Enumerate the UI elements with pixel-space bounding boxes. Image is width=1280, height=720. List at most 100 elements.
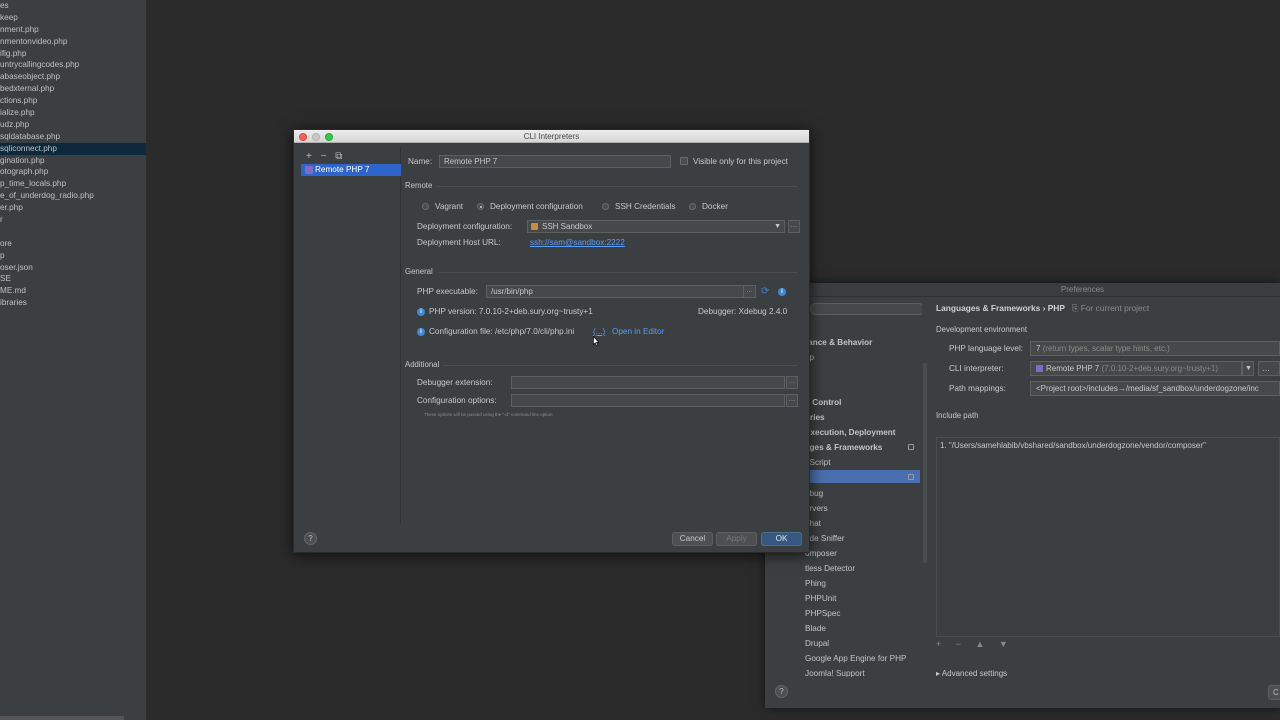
advanced-settings-toggle[interactable]: ▸ Advanced settings — [936, 669, 1007, 678]
preferences-nav-item[interactable]: Google App Engine for PHP — [805, 651, 907, 666]
tree-item[interactable]: p_time_locals.php — [0, 178, 146, 190]
preferences-content: Languages & Frameworks › PHP ⎘ For curre… — [933, 297, 1280, 678]
preferences-search-input[interactable] — [810, 303, 922, 315]
path-mappings-field[interactable]: <Project root>/includes→/media/sf_sandbo… — [1030, 381, 1280, 396]
tree-item[interactable]: sqldatabase.php — [0, 131, 146, 143]
apply-button[interactable]: Apply — [716, 532, 757, 546]
cancel-button[interactable]: Cancel — [672, 532, 713, 546]
php-interpreter-icon — [305, 166, 313, 174]
add-icon[interactable]: + — [306, 151, 312, 162]
preferences-nav-item[interactable]: ages & Frameworks — [805, 440, 882, 455]
tree-item[interactable]: ctions.php — [0, 95, 146, 107]
mouse-cursor-icon — [593, 336, 599, 347]
tree-item[interactable]: ialize.php — [0, 107, 146, 119]
tree-item[interactable]: p — [0, 250, 146, 262]
tree-item[interactable]: er.php — [0, 202, 146, 214]
tree-item[interactable]: untrycallingcodes.php — [0, 59, 146, 71]
preferences-nav-item[interactable]: rance & Behavior — [805, 335, 872, 350]
tree-item[interactable] — [0, 226, 146, 238]
docker-radio[interactable] — [689, 203, 696, 210]
deploy-config-label: Deployment configuration: — [417, 222, 513, 231]
tree-item[interactable]: ifig.php — [0, 48, 146, 60]
php-level-select[interactable]: 7 (return types, scalar type hints, etc.… — [1030, 341, 1280, 356]
tree-item[interactable]: r — [0, 214, 146, 226]
php-info-icon[interactable]: i — [778, 288, 786, 296]
server-icon — [531, 223, 538, 230]
preferences-nav-item[interactable]: Blade — [805, 621, 826, 636]
info-icon: i — [417, 328, 425, 336]
open-in-editor-link[interactable]: Open in Editor — [612, 327, 664, 336]
tree-item[interactable]: nment.php — [0, 24, 146, 36]
deploy-host-label: Deployment Host URL: — [417, 238, 501, 247]
preferences-breadcrumb: Languages & Frameworks › PHP ⎘ For curre… — [936, 303, 1149, 314]
copy-icon[interactable]: ⧉ — [335, 151, 342, 162]
tree-item[interactable]: abaseobject.php — [0, 71, 146, 83]
include-path-label: Include path — [936, 411, 979, 420]
vagrant-label: Vagrant — [435, 202, 464, 211]
debugger-ext-input[interactable] — [511, 376, 785, 389]
preferences-nav-item[interactable]: n Control — [805, 395, 841, 410]
interpreter-list-toolbar: + − ⧉ — [306, 151, 348, 162]
config-options-input[interactable] — [511, 394, 785, 407]
additional-section-divider — [443, 365, 798, 366]
tree-item[interactable]: oser.json — [0, 262, 146, 274]
preferences-cancel-button[interactable]: C — [1268, 685, 1280, 700]
debugger-ext-browse-button[interactable]: … — [786, 376, 798, 389]
debugger-ext-label: Debugger extension: — [417, 378, 493, 387]
preferences-nav-item[interactable]: PHPUnit — [805, 591, 836, 606]
expand-arrow-icon: ▸ — [936, 669, 941, 678]
tree-item[interactable]: ME.md — [0, 285, 146, 297]
remote-section-divider — [436, 186, 798, 187]
include-path-toolbar[interactable]: + − ▲ ▼ — [936, 639, 1014, 649]
config-options-browse-button[interactable]: … — [786, 394, 798, 407]
tree-item[interactable]: bedxternal.php — [0, 83, 146, 95]
include-path-list[interactable]: 1. "/Users/samehlabib/vbshared/sandbox/u… — [936, 437, 1280, 637]
tree-horizontal-scrollbar[interactable] — [0, 716, 124, 720]
cli-interp-browse-button[interactable]: … — [1258, 361, 1280, 376]
config-more-link[interactable]: (...) — [593, 327, 605, 336]
deployment-config-radio[interactable] — [477, 203, 484, 210]
preferences-nav-item[interactable]: Joomla! Support — [805, 666, 865, 677]
cli-interp-dropdown-arrow-icon[interactable]: ▼ — [1242, 361, 1254, 376]
help-button[interactable]: ? — [304, 532, 317, 545]
tree-item[interactable]: keep — [0, 12, 146, 24]
tree-item[interactable]: gination.php — [0, 155, 146, 167]
deploy-config-browse-button[interactable]: … — [788, 220, 800, 233]
vagrant-radio[interactable] — [422, 203, 429, 210]
php-version-text: PHP version: 7.0.10-2+deb.sury.org~trust… — [429, 307, 593, 316]
preferences-nav-scrollbar[interactable] — [923, 363, 927, 563]
ok-button[interactable]: OK — [761, 532, 802, 546]
preferences-help-button[interactable]: ? — [775, 685, 788, 698]
tree-item[interactable]: ibraries — [0, 297, 146, 309]
info-icon: i — [417, 308, 425, 316]
general-section-label: General — [405, 267, 433, 276]
tree-item[interactable]: otograph.php — [0, 166, 146, 178]
deploy-host-link[interactable]: ssh://sam@sandbox:2222 — [530, 238, 625, 247]
remove-icon[interactable]: − — [321, 151, 327, 162]
tree-item[interactable]: sqliconnect.php — [0, 142, 146, 155]
tree-item[interactable]: SE — [0, 273, 146, 285]
tree-item[interactable]: es — [0, 0, 146, 12]
deploy-config-select[interactable]: SSH Sandbox ▼ — [527, 220, 785, 233]
preferences-nav-item[interactable]: Execution, Deployment — [805, 425, 896, 440]
preferences-nav-item[interactable]: Phing — [805, 576, 826, 591]
project-scope-icon: ⎘ — [1071, 303, 1079, 313]
ssh-credentials-radio[interactable] — [602, 203, 609, 210]
tree-item[interactable]: ore — [0, 238, 146, 250]
php-exec-input[interactable]: /usr/bin/php — [486, 285, 744, 298]
tree-item[interactable]: udz.php — [0, 119, 146, 131]
tree-item[interactable]: e_of_underdog_radio.php — [0, 190, 146, 202]
interpreter-list-item[interactable]: Remote PHP 7 — [301, 164, 401, 176]
include-path-entry[interactable]: 1. "/Users/samehlabib/vbshared/sandbox/u… — [937, 438, 1279, 450]
tree-item[interactable]: nmentonvideo.php — [0, 36, 146, 48]
preferences-nav-selected-row[interactable] — [808, 470, 920, 484]
preferences-nav-item[interactable]: tless Detector — [805, 561, 855, 576]
php-exec-browse-button[interactable]: … — [744, 285, 756, 298]
visible-only-checkbox[interactable] — [680, 157, 688, 165]
reload-icon[interactable]: ⟳ — [761, 286, 769, 297]
preferences-nav-item[interactable]: ode Sniffer — [805, 531, 844, 546]
name-input[interactable]: Remote PHP 7 — [439, 155, 671, 168]
cli-interp-select[interactable]: Remote PHP 7 (7.0.10-2+deb.sury.org~trus… — [1030, 361, 1242, 376]
preferences-nav-item[interactable]: PHPSpec — [805, 606, 841, 621]
preferences-nav-item[interactable]: Drupal — [805, 636, 829, 651]
